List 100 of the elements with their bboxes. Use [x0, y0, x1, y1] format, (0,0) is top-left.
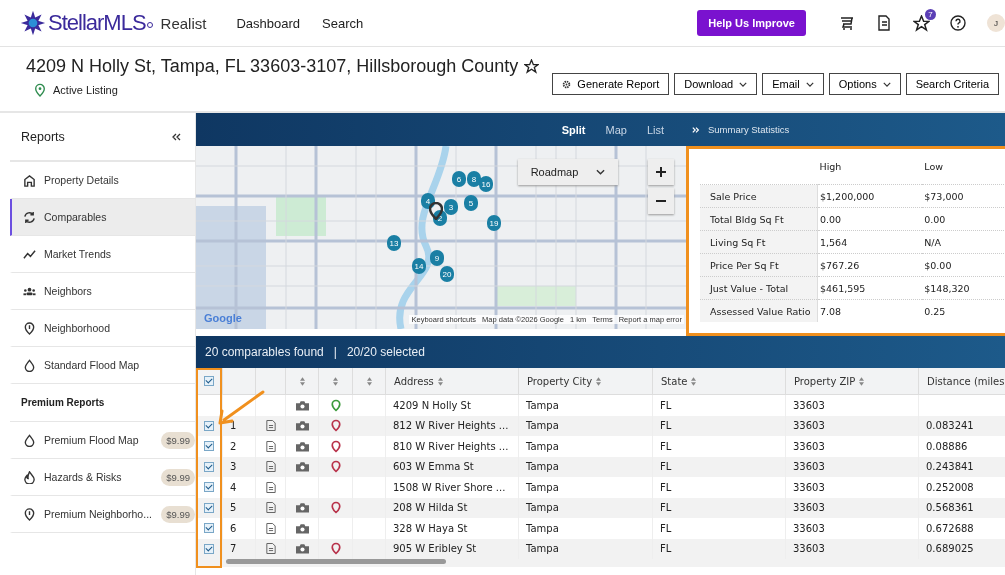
zoom-out-button[interactable]	[648, 188, 674, 214]
sort-icon[interactable]	[366, 376, 372, 386]
table-cell: 0.083241	[926, 420, 974, 432]
location-pin-icon[interactable]	[330, 419, 341, 433]
nav-link[interactable]: Dashboard	[236, 15, 301, 31]
select-all-checkbox[interactable]	[204, 376, 214, 386]
table-cell: 0.08886	[926, 440, 968, 452]
sort-icon[interactable]	[299, 376, 305, 386]
row-checkbox[interactable]	[204, 543, 214, 554]
column-header[interactable]: Distance (miles	[927, 375, 1005, 387]
view-tab[interactable]: Map	[605, 123, 627, 136]
table-cell: FL	[660, 440, 672, 452]
column-header: Low	[922, 148, 1005, 185]
zoom-in-button[interactable]	[648, 159, 674, 185]
sort-icon[interactable]	[691, 376, 697, 386]
document-icon[interactable]	[265, 460, 276, 474]
document-icon[interactable]	[265, 480, 276, 494]
view-tab[interactable]: Split	[561, 123, 586, 136]
help-us-improve-button[interactable]: Help Us Improve	[697, 10, 806, 36]
caret-icon	[805, 81, 814, 87]
column-header[interactable]: Property City	[527, 375, 593, 387]
action-button[interactable]: Options	[828, 73, 901, 95]
location-pin-icon[interactable]	[330, 542, 341, 556]
camera-icon[interactable]	[295, 440, 309, 452]
help-icon[interactable]	[950, 15, 966, 31]
view-tab[interactable]: List	[646, 123, 664, 136]
subject-marker-icon	[429, 202, 443, 220]
expand-icon[interactable]	[692, 125, 700, 134]
row-checkbox[interactable]	[204, 482, 214, 493]
column-header[interactable]: State	[661, 375, 688, 387]
collapse-icon[interactable]	[171, 131, 181, 142]
sidebar-item[interactable]: Standard Flood Map	[10, 347, 195, 384]
camera-icon[interactable]	[295, 543, 309, 555]
document-icon[interactable]	[265, 542, 276, 556]
row-number: 7	[230, 543, 237, 555]
table-cell: 328 W Haya St	[393, 522, 468, 534]
table-cell: FL	[660, 461, 672, 473]
document-icon[interactable]	[265, 419, 276, 433]
sort-icon[interactable]	[859, 376, 865, 386]
table-cell: $767.26	[817, 253, 923, 277]
document-icon[interactable]	[265, 501, 276, 515]
row-number: 5	[230, 502, 237, 514]
row-checkbox[interactable]	[204, 523, 214, 534]
premium-report-link[interactable]: Premium Neighborho...	[44, 508, 154, 520]
section-heading: Premium Reports	[10, 384, 195, 422]
table-cell: 7.08	[817, 299, 923, 322]
action-button[interactable]: Email	[762, 73, 824, 95]
camera-icon[interactable]	[295, 502, 309, 514]
sidebar-item[interactable]: Market Trends	[10, 236, 195, 273]
table-cell: 33603	[793, 440, 825, 452]
premium-report-link[interactable]: Premium Flood Map	[44, 434, 154, 446]
drop-icon	[23, 433, 36, 447]
nav-link[interactable]: Search	[322, 15, 364, 31]
camera-icon[interactable]	[295, 399, 309, 411]
camera-icon[interactable]	[295, 522, 309, 534]
document-icon[interactable]	[265, 439, 276, 453]
sort-icon[interactable]	[437, 376, 443, 386]
action-button[interactable]: Generate Report	[552, 73, 670, 95]
row-checkbox[interactable]	[204, 502, 214, 513]
property-title: 4209 N Holly St, Tampa, FL 33603-3107, Hillsborough County	[26, 56, 519, 77]
location-pin-icon[interactable]	[330, 439, 341, 453]
row-checkbox[interactable]	[204, 461, 214, 472]
table-cell: Tampa	[526, 543, 559, 555]
row-label: Just Value - Total	[700, 276, 818, 300]
camera-icon[interactable]	[295, 461, 309, 473]
camera-icon[interactable]	[295, 420, 309, 432]
location-pin-icon[interactable]	[330, 501, 341, 515]
table-cell: FL	[660, 502, 672, 514]
price-tag: $9.99	[161, 468, 195, 486]
document-icon[interactable]	[876, 15, 892, 31]
row-checkbox[interactable]	[204, 420, 214, 431]
premium-report-link[interactable]: Hazards & Risks	[44, 471, 154, 483]
action-button[interactable]: Search Criteria	[905, 73, 999, 95]
table-cell: Tampa	[526, 461, 559, 473]
sidebar-item[interactable]: Neighborhood	[10, 310, 195, 347]
map-type-dropdown[interactable]: Roadmap	[518, 159, 618, 185]
price-tag: $9.99	[161, 431, 195, 449]
row-label: Total Bldg Sq Ft	[700, 207, 818, 231]
table-cell: 0.243841	[926, 461, 974, 473]
user-avatar[interactable]: J	[987, 14, 1005, 32]
table-cell: 905 W Eribley St	[393, 543, 477, 555]
row-label: Sale Price	[700, 184, 818, 208]
table-cell: 33603	[793, 399, 825, 411]
trend-line-icon	[23, 247, 36, 261]
document-icon[interactable]	[265, 521, 276, 535]
location-pin-icon[interactable]	[330, 460, 341, 474]
star-icon[interactable]	[913, 14, 930, 32]
column-header[interactable]: Property ZIP	[794, 375, 856, 387]
sidebar-item[interactable]: Neighbors	[10, 273, 195, 310]
scrollbar-thumb[interactable]	[226, 559, 446, 564]
sidebar-item[interactable]: Comparables	[10, 199, 195, 236]
star-icon[interactable]	[524, 59, 540, 74]
location-pin-icon[interactable]	[330, 398, 341, 412]
sort-icon[interactable]	[333, 376, 338, 386]
action-button[interactable]: Download	[674, 73, 758, 95]
row-checkbox[interactable]	[204, 441, 214, 452]
comparables-count: 20 comparables found	[205, 345, 324, 359]
table-cell: Tampa	[526, 502, 559, 514]
column-header[interactable]: Address	[394, 375, 434, 387]
sort-icon[interactable]	[596, 376, 602, 386]
